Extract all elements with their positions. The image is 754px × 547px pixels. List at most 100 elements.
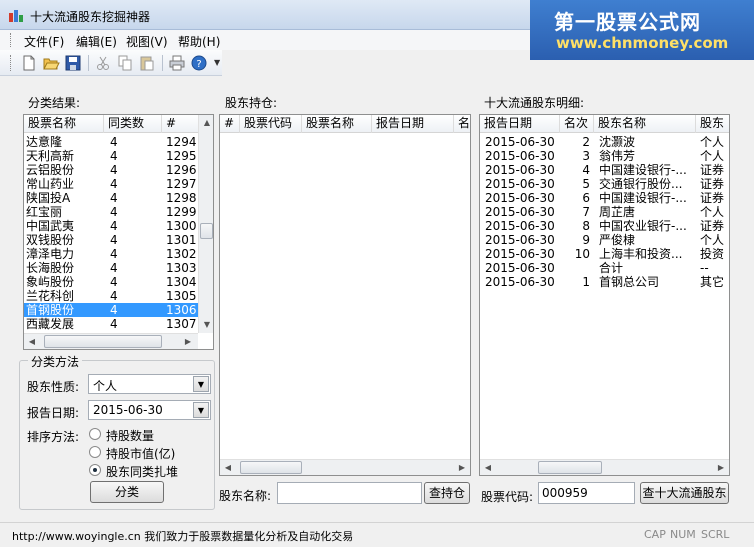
holder-name-input[interactable]: [277, 482, 422, 504]
stock-name-cell: 常山药业: [26, 177, 75, 191]
method-title: 分类方法: [28, 353, 83, 370]
table-row[interactable]: 2015-06-30 3 翁伟芳 个人: [480, 149, 729, 163]
chevron-down-icon[interactable]: ▼: [193, 402, 209, 418]
classification-list[interactable]: 股票名称 同类数 # 达意隆 4 1294 天利高新 4 1295 云铝股份 4 1296 常山药…: [23, 114, 214, 350]
column-header-index[interactable]: #: [220, 115, 240, 133]
column-header-holder-type[interactable]: 股东: [696, 115, 729, 133]
index-cell: 1295: [166, 149, 197, 163]
table-row[interactable]: 双钱股份 4 1301: [24, 233, 198, 247]
nature-combo[interactable]: 个人 ▼: [88, 374, 211, 394]
copy-icon[interactable]: [116, 54, 134, 72]
new-file-icon[interactable]: [20, 54, 38, 72]
classification-vscroll[interactable]: ▲ ▼: [198, 115, 213, 333]
table-row[interactable]: 2015-06-30 5 交通银行股份... 证券: [480, 177, 729, 191]
cut-icon[interactable]: [94, 54, 112, 72]
top10-list[interactable]: 报告日期 名次 股东名称 股东 2015-06-30 2 沈灏波 个人 2015-06-…: [479, 114, 730, 476]
holdings-list[interactable]: # 股票代码 股票名称 报告日期 名 ◀ ▶: [219, 114, 471, 476]
chevron-down-icon[interactable]: ▼: [193, 376, 209, 392]
save-icon[interactable]: [64, 54, 82, 72]
report-date-cell: 2015-06-30: [485, 247, 555, 261]
query-holdings-button[interactable]: 查持仓: [424, 482, 470, 504]
table-row[interactable]: 2015-06-30 9 严俊棣 个人: [480, 233, 729, 247]
same-count-cell: 4: [110, 205, 118, 219]
table-row[interactable]: 红宝丽 4 1299: [24, 205, 198, 219]
toolbar-grip: [10, 55, 13, 71]
toolbar-overflow-icon[interactable]: ▼: [214, 58, 220, 70]
table-row[interactable]: 2015-06-30 6 中国建设银行-... 证券: [480, 191, 729, 205]
query-top10-button[interactable]: 查十大流通股东: [640, 482, 729, 504]
help-icon[interactable]: ?: [190, 54, 208, 72]
paste-icon[interactable]: [138, 54, 156, 72]
table-row[interactable]: 天利高新 4 1295: [24, 149, 198, 163]
column-header-index[interactable]: #: [162, 115, 199, 133]
scroll-right-icon[interactable]: ▶: [180, 334, 196, 349]
same-count-cell: 4: [110, 135, 118, 149]
sort-option-quantity[interactable]: 持股数量: [106, 427, 154, 444]
table-row[interactable]: 2015-06-30 4 中国建设银行-... 证券: [480, 163, 729, 177]
table-row[interactable]: 云铝股份 4 1296: [24, 163, 198, 177]
column-header-same-count[interactable]: 同类数: [104, 115, 162, 133]
scroll-right-icon[interactable]: ▶: [713, 460, 729, 475]
column-header-report-date[interactable]: 报告日期: [372, 115, 454, 133]
column-header-rank[interactable]: 名: [454, 115, 470, 133]
table-row[interactable]: 2015-06-30 1 首钢总公司 其它: [480, 275, 729, 289]
menu-edit[interactable]: 编辑(E): [76, 33, 117, 50]
classification-hscroll[interactable]: ◀ ▶: [24, 333, 198, 349]
table-row[interactable]: 西藏发展 4 1307: [24, 317, 198, 331]
table-row[interactable]: 首钢股份 4 1306: [24, 303, 198, 317]
table-row[interactable]: 兰花科创 4 1305: [24, 289, 198, 303]
column-header-rank[interactable]: 名次: [560, 115, 594, 133]
scroll-left-icon[interactable]: ◀: [480, 460, 496, 475]
table-row[interactable]: 2015-06-30 7 周芷唐 个人: [480, 205, 729, 219]
table-row[interactable]: 长海股份 4 1303: [24, 261, 198, 275]
sort-radio-quantity[interactable]: [89, 428, 101, 440]
stock-name-cell: 云铝股份: [26, 163, 75, 177]
table-row[interactable]: 2015-06-30 8 中国农业银行-... 证券: [480, 219, 729, 233]
column-header-stock-name[interactable]: 股票名称: [24, 115, 104, 133]
holder-type-cell: --: [700, 261, 709, 275]
classify-button[interactable]: 分类: [90, 481, 164, 503]
scroll-down-icon[interactable]: ▼: [199, 317, 213, 333]
scroll-left-icon[interactable]: ◀: [24, 334, 40, 349]
sort-option-market-value[interactable]: 持股市值(亿): [106, 445, 175, 462]
table-row[interactable]: 象屿股份 4 1304: [24, 275, 198, 289]
scroll-right-icon[interactable]: ▶: [454, 460, 470, 475]
table-row[interactable]: 陕国投A 4 1298: [24, 191, 198, 205]
scroll-thumb[interactable]: [538, 461, 602, 474]
table-row[interactable]: 2015-06-30 合计 --: [480, 261, 729, 275]
sort-radio-cluster[interactable]: [89, 464, 101, 476]
top10-hscroll[interactable]: ◀ ▶: [480, 459, 729, 475]
stock-name-cell: 双钱股份: [26, 233, 75, 247]
scroll-up-icon[interactable]: ▲: [199, 115, 213, 131]
print-icon[interactable]: [168, 54, 186, 72]
menu-help[interactable]: 帮助(H): [178, 33, 220, 50]
stock-code-input[interactable]: 000959: [538, 482, 635, 504]
sort-radio-market-value[interactable]: [89, 446, 101, 458]
column-header-report-date[interactable]: 报告日期: [480, 115, 560, 133]
open-folder-icon[interactable]: [42, 54, 60, 72]
status-text: http://www.woyingle.cn 我们致力于股票数据量化分析及自动化…: [12, 530, 354, 543]
scroll-thumb[interactable]: [44, 335, 162, 348]
scroll-thumb[interactable]: [240, 461, 302, 474]
column-header-stock-name[interactable]: 股票名称: [302, 115, 372, 133]
date-combo[interactable]: 2015-06-30 ▼: [88, 400, 211, 420]
table-row[interactable]: 常山药业 4 1297: [24, 177, 198, 191]
scroll-thumb[interactable]: [200, 223, 213, 239]
holder-type-cell: 证券: [700, 191, 725, 205]
holder-type-cell: 投资: [700, 247, 725, 261]
table-row[interactable]: 中国武夷 4 1300: [24, 219, 198, 233]
menu-view[interactable]: 视图(V): [126, 33, 168, 50]
sort-option-cluster[interactable]: 股东同类扎堆: [106, 463, 178, 480]
column-header-stock-code[interactable]: 股票代码: [240, 115, 302, 133]
table-row[interactable]: 2015-06-30 10 上海丰和投资... 投资: [480, 247, 729, 261]
scroll-left-icon[interactable]: ◀: [220, 460, 236, 475]
table-row[interactable]: 达意隆 4 1294: [24, 135, 198, 149]
holdings-hscroll[interactable]: ◀ ▶: [220, 459, 470, 475]
stock-name-cell: 首钢股份: [26, 303, 75, 317]
table-row[interactable]: 漳泽电力 4 1302: [24, 247, 198, 261]
report-date-cell: 2015-06-30: [485, 219, 555, 233]
column-header-holder-name[interactable]: 股东名称: [594, 115, 696, 133]
table-row[interactable]: 2015-06-30 2 沈灏波 个人: [480, 135, 729, 149]
report-date-cell: 2015-06-30: [485, 233, 555, 247]
menu-file[interactable]: 文件(F): [24, 33, 64, 50]
